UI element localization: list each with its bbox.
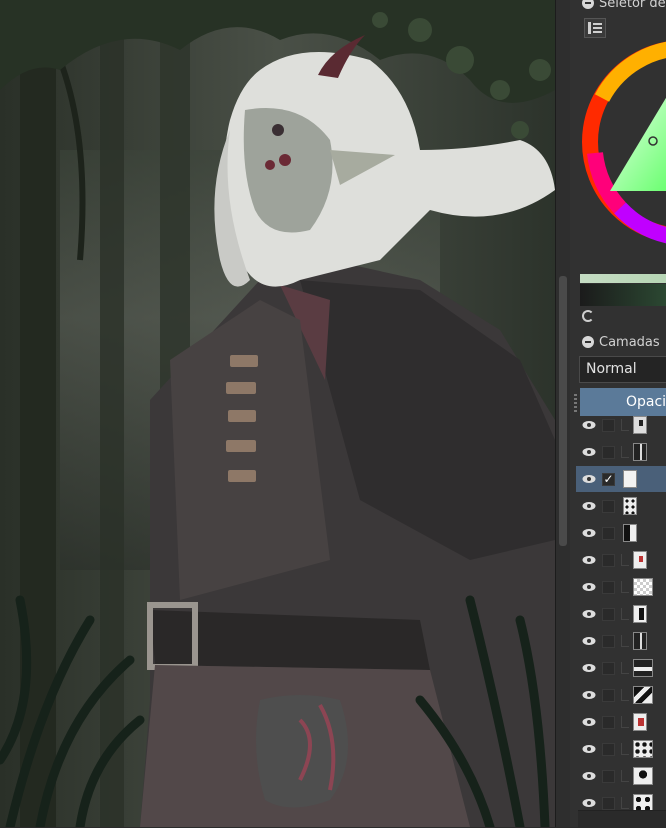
tree-line xyxy=(621,743,629,755)
foreground-swatch[interactable] xyxy=(580,274,666,283)
tree-line xyxy=(621,770,629,782)
eye-icon[interactable] xyxy=(582,420,596,430)
layer-check[interactable] xyxy=(602,742,615,756)
eye-icon[interactable] xyxy=(582,555,596,565)
layer-check-checked[interactable]: ✓ xyxy=(602,472,615,486)
layer-row[interactable] xyxy=(576,736,666,762)
eye-icon[interactable] xyxy=(582,717,596,727)
scrollbar-thumb[interactable] xyxy=(559,276,567,546)
layer-row[interactable] xyxy=(576,682,666,708)
layer-row[interactable] xyxy=(576,574,666,600)
layer-row[interactable] xyxy=(576,709,666,735)
layer-row[interactable] xyxy=(576,520,666,546)
layer-row[interactable] xyxy=(576,493,666,519)
tree-line xyxy=(621,581,629,593)
layer-thumbnail xyxy=(633,551,647,569)
tree-line xyxy=(621,797,629,809)
background-swatch[interactable] xyxy=(580,284,666,306)
layer-thumbnail xyxy=(633,578,653,596)
layer-thumbnail xyxy=(623,497,637,515)
layer-check[interactable] xyxy=(602,715,615,729)
illustration xyxy=(0,0,555,827)
layer-thumbnail xyxy=(623,524,637,542)
tree-line xyxy=(621,554,629,566)
tree-line xyxy=(621,716,629,728)
dock-panel: Seletor de Camadas Normal Opaci ✓ xyxy=(570,0,666,827)
eye-icon[interactable] xyxy=(582,447,596,457)
eye-icon[interactable] xyxy=(582,744,596,754)
layers-panel-title: Camadas xyxy=(570,331,666,353)
tree-line xyxy=(621,446,629,458)
layer-row-active[interactable]: ✓ xyxy=(576,466,666,492)
layer-check[interactable] xyxy=(602,607,615,621)
blend-mode-select[interactable]: Normal xyxy=(579,356,666,383)
layer-thumbnail xyxy=(633,443,647,461)
eye-icon[interactable] xyxy=(582,663,596,673)
artwork-canvas[interactable] xyxy=(0,0,555,827)
layers-footer-toolbar xyxy=(578,810,666,828)
collapse-icon[interactable] xyxy=(582,0,594,9)
layer-thumbnail xyxy=(633,713,647,731)
tree-line xyxy=(621,608,629,620)
color-wheel[interactable] xyxy=(580,28,666,272)
layer-thumbnail xyxy=(633,605,647,623)
color-panel-title: Seletor de xyxy=(570,0,666,14)
layer-check[interactable] xyxy=(602,661,615,675)
eye-icon[interactable] xyxy=(582,798,596,808)
layer-check[interactable] xyxy=(602,418,615,432)
layer-thumbnail xyxy=(633,686,653,704)
eye-icon[interactable] xyxy=(582,636,596,646)
layer-thumbnail xyxy=(633,632,647,650)
layer-check[interactable] xyxy=(602,445,615,459)
layer-check[interactable] xyxy=(602,526,615,540)
layer-thumbnail xyxy=(633,416,647,434)
eye-icon[interactable] xyxy=(582,771,596,781)
collapse-icon[interactable] xyxy=(582,336,594,348)
tree-line xyxy=(621,689,629,701)
layer-row[interactable] xyxy=(576,763,666,789)
layer-row[interactable] xyxy=(576,601,666,627)
layer-thumbnail xyxy=(633,740,653,758)
eye-icon[interactable] xyxy=(582,582,596,592)
eye-icon[interactable] xyxy=(582,690,596,700)
layer-check[interactable] xyxy=(602,580,615,594)
layer-row[interactable] xyxy=(576,628,666,654)
tree-line xyxy=(621,635,629,647)
layer-thumbnail xyxy=(633,767,653,785)
layer-row[interactable] xyxy=(576,439,666,465)
layer-thumbnail xyxy=(623,470,637,488)
layer-check[interactable] xyxy=(602,796,615,810)
tree-line xyxy=(621,419,629,431)
eye-icon[interactable] xyxy=(582,528,596,538)
layer-thumbnail xyxy=(633,659,653,677)
layers-panel-title-text: Camadas xyxy=(599,334,660,350)
tree-line xyxy=(621,662,629,674)
layer-check[interactable] xyxy=(602,634,615,648)
layer-check[interactable] xyxy=(602,499,615,513)
layer-row[interactable] xyxy=(576,412,666,438)
color-panel-title-text: Seletor de xyxy=(599,0,666,11)
layer-check[interactable] xyxy=(602,769,615,783)
layer-row[interactable] xyxy=(576,655,666,681)
layer-check[interactable] xyxy=(602,688,615,702)
layer-check[interactable] xyxy=(602,553,615,567)
eye-icon[interactable] xyxy=(582,501,596,511)
layer-row[interactable] xyxy=(576,547,666,573)
eye-icon[interactable] xyxy=(582,609,596,619)
canvas-scrollbar[interactable] xyxy=(555,0,570,827)
drag-handle[interactable] xyxy=(574,394,577,412)
refresh-icon[interactable] xyxy=(582,310,594,322)
eye-icon[interactable] xyxy=(582,474,596,484)
